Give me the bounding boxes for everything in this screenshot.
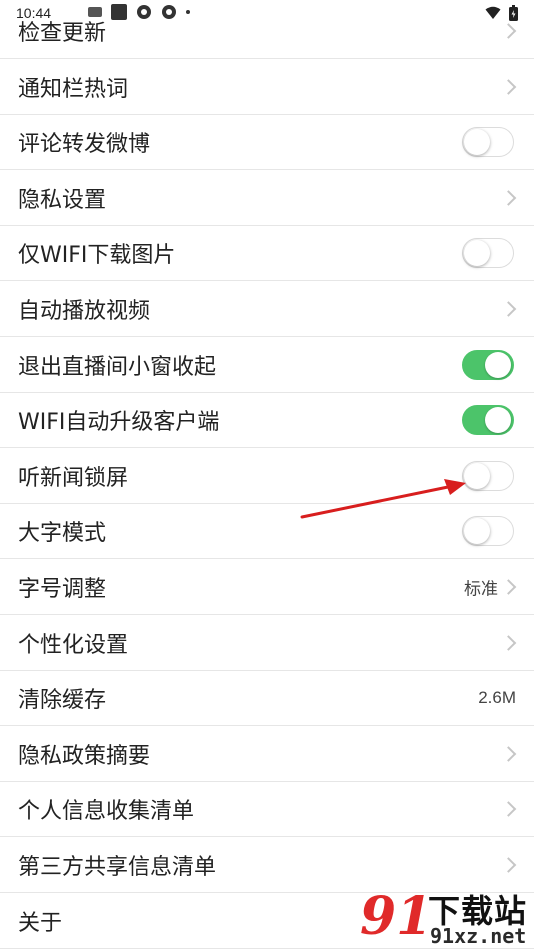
settings-row-value: 标准 bbox=[464, 579, 498, 599]
settings-row[interactable]: 个人信息收集清单 bbox=[0, 782, 534, 838]
battery-icon bbox=[509, 5, 518, 21]
settings-row-label: 评论转发微博 bbox=[18, 132, 151, 158]
settings-row-label: 听新闻锁屏 bbox=[18, 465, 129, 491]
chevron-right-icon bbox=[500, 746, 517, 762]
watermark-domain: 91xz.net bbox=[430, 924, 527, 948]
chevron-right-icon bbox=[500, 579, 517, 595]
settings-row: 退出直播间小窗收起 bbox=[0, 338, 534, 393]
system-icons bbox=[485, 5, 518, 21]
settings-row-label: 退出直播间小窗收起 bbox=[18, 354, 217, 380]
more-notifications-icon bbox=[186, 10, 190, 14]
chevron-right-icon bbox=[500, 857, 517, 873]
aperture-icon bbox=[137, 5, 151, 19]
settings-row-value: 2.6M bbox=[478, 688, 516, 708]
toggle-switch[interactable] bbox=[462, 349, 514, 380]
toggle-switch[interactable] bbox=[462, 127, 514, 158]
settings-row-label: 字号调整 bbox=[18, 577, 107, 602]
settings-row-label: 通知栏热词 bbox=[18, 76, 129, 102]
status-bar: 10:44 bbox=[0, 0, 534, 26]
toggle-knob bbox=[485, 351, 511, 378]
settings-row: 评论转发微博 bbox=[0, 115, 534, 171]
toggle-switch[interactable] bbox=[462, 405, 514, 436]
settings-row: WIFI自动升级客户端 bbox=[0, 393, 534, 449]
settings-row[interactable]: 个性化设置 bbox=[0, 616, 534, 671]
settings-row-label: 清除缓存 bbox=[18, 688, 107, 714]
settings-row[interactable]: 字号调整 标准 bbox=[0, 560, 534, 615]
camera-icon bbox=[88, 7, 102, 17]
settings-row-label: 大字模式 bbox=[18, 521, 107, 547]
settings-row[interactable]: 通知栏热词 bbox=[0, 60, 534, 115]
chevron-right-icon bbox=[500, 301, 517, 317]
settings-row[interactable]: 自动播放视频 bbox=[0, 282, 534, 337]
settings-row-label: 个人信息收集清单 bbox=[18, 799, 195, 825]
red-annotation-arrow-icon bbox=[300, 479, 466, 519]
settings-row-label: 第三方共享信息清单 bbox=[18, 855, 217, 880]
aperture-icon bbox=[162, 5, 176, 19]
settings-row-label: WIFI自动升级客户端 bbox=[18, 410, 220, 436]
wifi-icon bbox=[485, 6, 501, 19]
watermark: 91 下载站 91xz.net bbox=[360, 880, 534, 950]
app-icon bbox=[111, 4, 127, 20]
notification-icons bbox=[88, 4, 190, 20]
chevron-right-icon bbox=[500, 78, 517, 95]
watermark-logo: 91 bbox=[360, 886, 433, 947]
toggle-switch[interactable] bbox=[462, 238, 514, 269]
chevron-right-icon bbox=[500, 190, 517, 206]
settings-row[interactable]: 清除缓存 2.6M bbox=[0, 671, 534, 727]
chevron-right-icon bbox=[500, 801, 517, 818]
chevron-right-icon bbox=[500, 634, 517, 651]
settings-row-label: 隐私设置 bbox=[18, 187, 107, 213]
settings-row-label: 个性化设置 bbox=[18, 632, 129, 658]
settings-row[interactable]: 隐私设置 bbox=[0, 171, 534, 226]
toggle-knob bbox=[464, 240, 490, 267]
settings-row-label: 仅WIFI下载图片 bbox=[18, 243, 176, 269]
toggle-knob bbox=[485, 407, 511, 434]
settings-row[interactable]: 隐私政策摘要 bbox=[0, 727, 534, 782]
toggle-knob bbox=[464, 129, 490, 156]
settings-row-label: 关于 bbox=[18, 910, 63, 936]
settings-row: 仅WIFI下载图片 bbox=[0, 226, 534, 282]
settings-row-label: 隐私政策摘要 bbox=[18, 743, 151, 769]
clock: 10:44 bbox=[16, 5, 52, 21]
settings-row-label: 自动播放视频 bbox=[18, 299, 151, 324]
